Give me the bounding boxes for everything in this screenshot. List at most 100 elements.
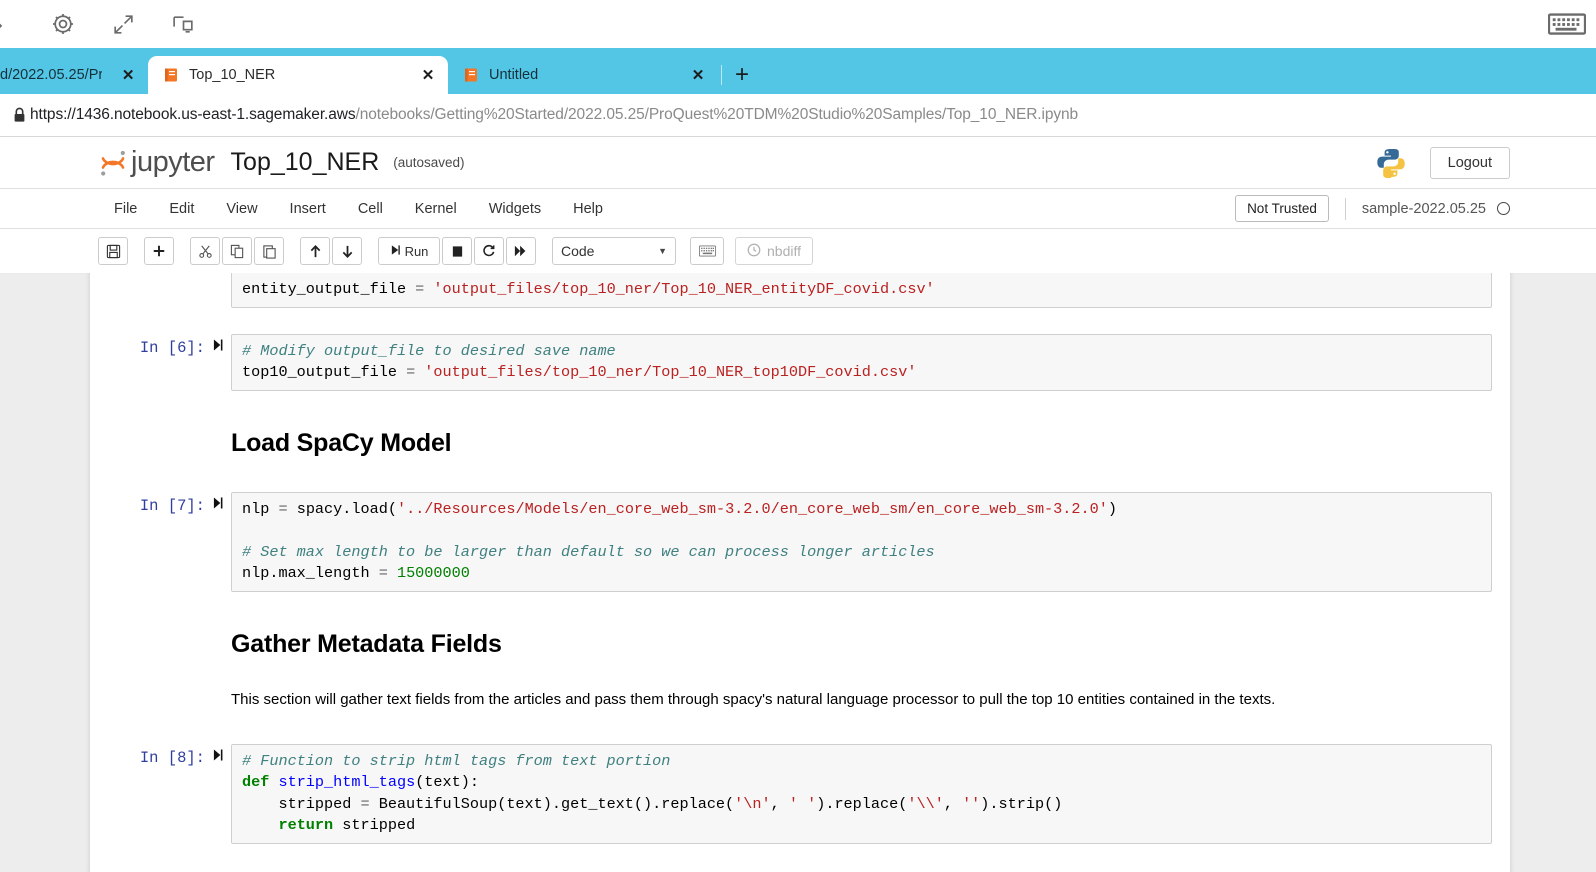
url-text: https://1436.notebook.us-east-1.sagemake… bbox=[30, 106, 1078, 124]
toolbar-group-insert bbox=[144, 237, 176, 265]
divider bbox=[1344, 197, 1346, 220]
browser-tab-1[interactable]: Top_10_NER ✕ bbox=[148, 56, 448, 94]
menu-edit[interactable]: Edit bbox=[153, 201, 210, 217]
run-button-label: Run bbox=[404, 243, 429, 259]
section-paragraph: This section will gather text fields fro… bbox=[231, 690, 1276, 708]
url-path: /notebooks/Getting%20Started/2022.05.25/… bbox=[355, 106, 1079, 123]
nbdiff-button[interactable]: nbdiff bbox=[735, 237, 813, 265]
cell-prompt bbox=[90, 630, 205, 710]
toolbar-group-file bbox=[98, 237, 130, 265]
right-gutter bbox=[1510, 273, 1596, 872]
code-editor[interactable]: entity_output_file = 'output_files/top_1… bbox=[231, 273, 1492, 308]
cell-prompt bbox=[90, 429, 205, 458]
gear-icon[interactable] bbox=[46, 7, 80, 41]
cell-run-indicator[interactable] bbox=[205, 492, 231, 592]
jupyter-notebook-app: jupyter Top_10_NER (autosaved) Logout Fi… bbox=[0, 137, 1596, 872]
jupyter-logo[interactable]: jupyter bbox=[98, 146, 215, 179]
cell-prompt: In [8]: bbox=[139, 748, 205, 767]
notebook-cell-in6[interactable]: In [6]: # Modify output_file to desired … bbox=[90, 333, 1510, 391]
menu-help[interactable]: Help bbox=[557, 201, 619, 217]
toolbar-group-edit bbox=[190, 237, 286, 265]
kernel-idle-circle-icon bbox=[1497, 202, 1510, 215]
copy-button[interactable] bbox=[222, 237, 252, 265]
move-cell-down-button[interactable] bbox=[332, 237, 362, 265]
menu-insert[interactable]: Insert bbox=[274, 201, 342, 217]
keyboard-icon[interactable] bbox=[1548, 11, 1586, 37]
save-status: (autosaved) bbox=[393, 155, 465, 170]
menu-view[interactable]: View bbox=[210, 201, 273, 217]
menu-widgets[interactable]: Widgets bbox=[473, 201, 557, 217]
add-cell-button[interactable] bbox=[144, 237, 174, 265]
notebook-icon bbox=[162, 67, 179, 84]
code-content: entity_output_file = 'output_files/top_1… bbox=[242, 280, 935, 298]
save-button[interactable] bbox=[98, 237, 128, 265]
kernel-name-label: sample-2022.05.25 bbox=[1361, 200, 1486, 217]
paste-button[interactable] bbox=[254, 237, 284, 265]
cell-run-indicator bbox=[205, 273, 231, 308]
cast-screen-icon[interactable] bbox=[166, 7, 200, 41]
fullscreen-icon[interactable] bbox=[106, 7, 140, 41]
cut-button[interactable] bbox=[190, 237, 220, 265]
cell-run-indicator[interactable] bbox=[205, 744, 231, 844]
cell-prompt: In [6]: bbox=[139, 338, 205, 357]
cell-type-value: Code bbox=[561, 243, 595, 259]
notebook-icon bbox=[462, 67, 479, 84]
notebook-cell-in8[interactable]: In [8]: # Function to strip html tags fr… bbox=[90, 743, 1510, 844]
markdown-cell-gather-metadata-fields[interactable]: Gather Metadata Fields This section will… bbox=[90, 630, 1510, 710]
jupyter-header: jupyter Top_10_NER (autosaved) Logout bbox=[0, 137, 1596, 189]
code-content: # Function to strip html tags from text … bbox=[242, 751, 1063, 835]
jupyter-logo-text: jupyter bbox=[131, 146, 215, 178]
tab-divider bbox=[721, 65, 722, 85]
left-gutter bbox=[0, 273, 90, 872]
menu-cell[interactable]: Cell bbox=[342, 201, 399, 217]
notebook-toolbar: Run Code ▼ nbdiff bbox=[0, 229, 1596, 273]
code-editor[interactable]: nlp = spacy.load('../Resources/Models/en… bbox=[231, 491, 1492, 592]
restart-kernel-button[interactable] bbox=[474, 237, 504, 265]
nbdiff-label: nbdiff bbox=[767, 243, 801, 259]
run-button[interactable]: Run bbox=[378, 237, 440, 265]
toolbar-group-run: Run bbox=[378, 237, 538, 265]
cell-run-indicator bbox=[205, 429, 231, 458]
menu-kernel[interactable]: Kernel bbox=[399, 201, 473, 217]
notebook-cell-in7[interactable]: In [7]: nlp = spacy.load('../Resources/M… bbox=[90, 491, 1510, 592]
menu-file[interactable]: File bbox=[98, 201, 153, 217]
browser-tab-2[interactable]: Untitled ✕ bbox=[448, 56, 718, 94]
back-icon[interactable] bbox=[0, 7, 20, 41]
address-bar[interactable]: https://1436.notebook.us-east-1.sagemake… bbox=[0, 94, 1596, 137]
cell-prompt bbox=[90, 273, 205, 308]
cell-run-indicator bbox=[205, 630, 231, 710]
new-tab-button[interactable]: + bbox=[725, 56, 759, 94]
run-play-icon bbox=[390, 244, 401, 259]
interrupt-kernel-button[interactable] bbox=[442, 237, 472, 265]
menu-bar: File Edit View Insert Cell Kernel Widget… bbox=[0, 189, 1596, 229]
markdown-cell-load-spacy-model[interactable]: Load SpaCy Model bbox=[90, 429, 1510, 458]
code-editor[interactable]: # Function to strip html tags from text … bbox=[231, 743, 1492, 844]
tab-title: Top_10_NER bbox=[189, 67, 276, 83]
tab-title: Untitled bbox=[489, 67, 539, 83]
logout-button[interactable]: Logout bbox=[1429, 146, 1510, 179]
jupyter-page: jupyter Top_10_NER (autosaved) Logout Fi… bbox=[0, 137, 1596, 872]
command-palette-button[interactable] bbox=[690, 237, 724, 265]
cell-run-indicator[interactable] bbox=[205, 334, 231, 391]
notebook-scroll-container[interactable]: entity_output_file = 'output_files/top_1… bbox=[90, 273, 1510, 872]
notebook-cell-clipped[interactable]: entity_output_file = 'output_files/top_1… bbox=[90, 273, 1510, 308]
code-editor[interactable]: # Modify output_file to desired save nam… bbox=[231, 333, 1492, 391]
move-cell-up-button[interactable] bbox=[300, 237, 330, 265]
cell-type-select[interactable]: Code ▼ bbox=[552, 237, 676, 265]
markdown-body: Gather Metadata Fields This section will… bbox=[231, 630, 1510, 710]
code-content: # Modify output_file to desired save nam… bbox=[242, 341, 917, 382]
section-heading: Load SpaCy Model bbox=[231, 428, 452, 457]
os-icon-group bbox=[0, 7, 200, 41]
os-top-bar bbox=[0, 0, 1596, 48]
restart-and-run-all-button[interactable] bbox=[506, 237, 536, 265]
section-heading: Gather Metadata Fields bbox=[231, 629, 502, 658]
notebook-title[interactable]: Top_10_NER bbox=[231, 148, 380, 177]
url-origin: https://1436.notebook.us-east-1.sagemake… bbox=[30, 106, 356, 123]
trust-status-button[interactable]: Not Trusted bbox=[1235, 195, 1329, 222]
tab-close-icon[interactable]: ✕ bbox=[420, 68, 436, 83]
chevron-down-icon: ▼ bbox=[658, 246, 667, 256]
tab-close-icon[interactable]: ✕ bbox=[690, 68, 706, 83]
browser-tab-0[interactable]: d/2022.05.25/ProQ ✕ bbox=[0, 56, 148, 94]
tab-close-icon[interactable]: ✕ bbox=[120, 68, 136, 83]
markdown-body: Load SpaCy Model bbox=[231, 429, 1510, 458]
